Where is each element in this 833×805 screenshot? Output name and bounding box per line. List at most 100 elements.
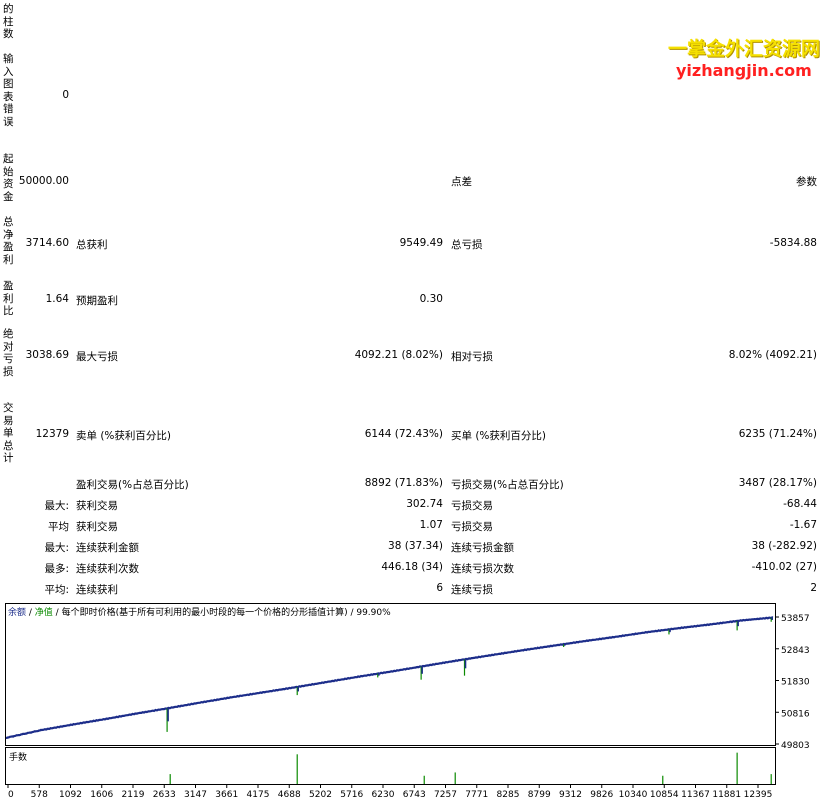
value-average-consecutive-wins: 6 [436, 582, 443, 594]
prefix-most: 最多: [44, 563, 69, 575]
y-tick-label: 49803 [781, 741, 810, 751]
x-tick-label: 9312 [559, 790, 582, 800]
label-average-loss-trade: 亏损交易 [451, 521, 493, 533]
label-profit-trades: 盈利交易(%占总百分比) [76, 479, 189, 491]
value-max-consecutive-losses: 38 (-282.92) [751, 540, 817, 552]
x-tick-label: 11367 [681, 790, 710, 800]
label-average-profit-trade: 获利交易 [76, 521, 118, 533]
x-tick-label: 1092 [59, 790, 82, 800]
value-expected-payoff: 0.30 [419, 293, 443, 305]
y-axis-ticks: 53857 52843 51830 50816 49803 [775, 614, 810, 751]
x-tick-label: 7257 [434, 790, 457, 800]
label-bars: 的柱数 [3, 3, 14, 40]
x-tick-label: 1606 [90, 790, 113, 800]
volume-border [5, 747, 776, 785]
label-gross-loss: 总亏损 [451, 239, 483, 251]
label-maximal-consecutive-loss: 连续亏损次数 [451, 563, 514, 575]
label-loss-trades: 亏损交易(%占总百分比) [451, 479, 564, 491]
plot-border [5, 603, 776, 746]
label-largest-loss-trade: 亏损交易 [451, 500, 493, 512]
label-total-trades: 交易单总计 [3, 402, 14, 464]
legend-description: 每个即时价格(基于所有可利用的最小时段的每一个价格的分形插值计算) / 99.9… [61, 608, 391, 618]
x-tick-label: 6230 [372, 790, 395, 800]
value-loss-trades: 3487 (28.17%) [738, 477, 817, 489]
label-short-positions: 卖单 (%获利百分比) [76, 430, 172, 442]
y-tick-label: 53857 [781, 614, 810, 624]
value-largest-loss-trade: -68.44 [783, 498, 817, 510]
chart-legend: 余额 / 净值 / 每个即时价格(基于所有可利用的最小时段的每一个价格的分形插值… [8, 605, 391, 618]
value-long-positions: 6235 (71.24%) [738, 428, 817, 440]
y-tick-label: 51830 [781, 678, 810, 688]
label-largest-profit-trade: 获利交易 [76, 500, 118, 512]
value-average-profit-trade: 1.07 [419, 519, 443, 531]
value-net-profit: 3714.60 [25, 237, 69, 249]
x-tick-label: 10340 [619, 790, 648, 800]
balance-chart: 53857 52843 51830 50816 49803 0 578 1092 1606 21… [5, 603, 810, 800]
legend-equity: 净值 [34, 608, 53, 618]
value-max-consecutive-wins: 38 (37.34) [388, 540, 443, 552]
x-tick-label: 3147 [184, 790, 207, 800]
label-max-drawdown: 最大亏损 [76, 351, 118, 363]
label-abs-drawdown: 绝对亏损 [3, 328, 14, 378]
label-gross-profit: 总获利 [76, 239, 108, 251]
label-average-consecutive-losses: 连续亏损 [451, 584, 493, 596]
x-tick-label: 5716 [340, 790, 363, 800]
x-tick-label: 12395 [744, 790, 773, 800]
label-maximal-consecutive-profit: 连续获利次数 [76, 563, 139, 575]
x-tick-label: 10854 [650, 790, 679, 800]
prefix-average-consecutive: 平均: [44, 584, 69, 596]
x-tick-label: 2633 [153, 790, 176, 800]
x-tick-label: 5202 [309, 790, 332, 800]
x-tick-label: 2119 [122, 790, 145, 800]
x-tick-label: 8799 [528, 790, 551, 800]
x-tick-label: 4175 [247, 790, 270, 800]
value-maximal-consecutive-profit: 446.18 (34) [381, 561, 443, 573]
prefix-average: 平均 [48, 521, 69, 533]
value-maximal-consecutive-loss: -410.02 (27) [751, 561, 817, 573]
label-net-profit: 总净盈利 [3, 216, 14, 266]
prefix-maximum: 最大: [44, 542, 69, 554]
x-axis-ticks: 0 578 1092 1606 2119 2633 3147 3661 4175 4688 5202… [7, 784, 773, 800]
y-tick-label: 52843 [781, 646, 810, 656]
value-max-drawdown: 4092.21 (8.02%) [354, 349, 443, 361]
value-profit-factor: 1.64 [45, 293, 69, 305]
x-tick-label: 3661 [215, 790, 238, 800]
y-tick-label: 50816 [781, 709, 810, 719]
x-tick-label: 7771 [465, 790, 488, 800]
value-short-positions: 6144 (72.43%) [364, 428, 443, 440]
legend-separator: / [52, 608, 62, 618]
value-profit-trades: 8892 (71.83%) [364, 477, 443, 489]
label-spread: 点差 [451, 176, 472, 188]
label-relative-drawdown: 相对亏损 [451, 351, 493, 363]
value-total-trades: 12379 [35, 428, 69, 440]
label-expected-payoff: 预期盈利 [76, 295, 118, 307]
x-tick-label: 6743 [403, 790, 426, 800]
label-initial-deposit: 起始资金 [3, 153, 14, 203]
value-gross-profit: 9549.49 [399, 237, 443, 249]
value-input-errors: 0 [62, 89, 69, 101]
value-largest-profit-trade: 302.74 [406, 498, 443, 510]
x-tick-label: 8285 [497, 790, 520, 800]
x-tick-label: 578 [31, 790, 48, 800]
label-parameters: 参数 [796, 176, 817, 188]
x-tick-label: 0 [8, 790, 14, 800]
label-input-errors: 输入图表错误 [3, 53, 14, 128]
x-tick-label: 4688 [278, 790, 301, 800]
value-average-consecutive-losses: 2 [810, 582, 817, 594]
watermark-url: yizhangjin.com [676, 61, 812, 80]
legend-separator: / [26, 608, 35, 618]
label-profit-factor: 盈利比 [3, 280, 14, 317]
value-relative-drawdown: 8.02% (4092.21) [728, 349, 817, 361]
x-tick-label: 9826 [590, 790, 613, 800]
legend-balance: 余额 [8, 608, 27, 618]
label-average-consecutive-wins: 连续获利 [76, 584, 118, 596]
value-abs-drawdown: 3038.69 [25, 349, 69, 361]
label-long-positions: 买单 (%获利百分比) [451, 430, 547, 442]
label-max-consecutive-losses: 连续亏损金额 [451, 542, 514, 554]
value-average-loss-trade: -1.67 [789, 519, 817, 531]
label-max-consecutive-wins: 连续获利金额 [76, 542, 139, 554]
value-gross-loss: -5834.88 [769, 237, 817, 249]
prefix-largest: 最大: [44, 500, 69, 512]
x-tick-label: 11881 [712, 790, 741, 800]
value-initial-deposit: 50000.00 [18, 175, 69, 187]
